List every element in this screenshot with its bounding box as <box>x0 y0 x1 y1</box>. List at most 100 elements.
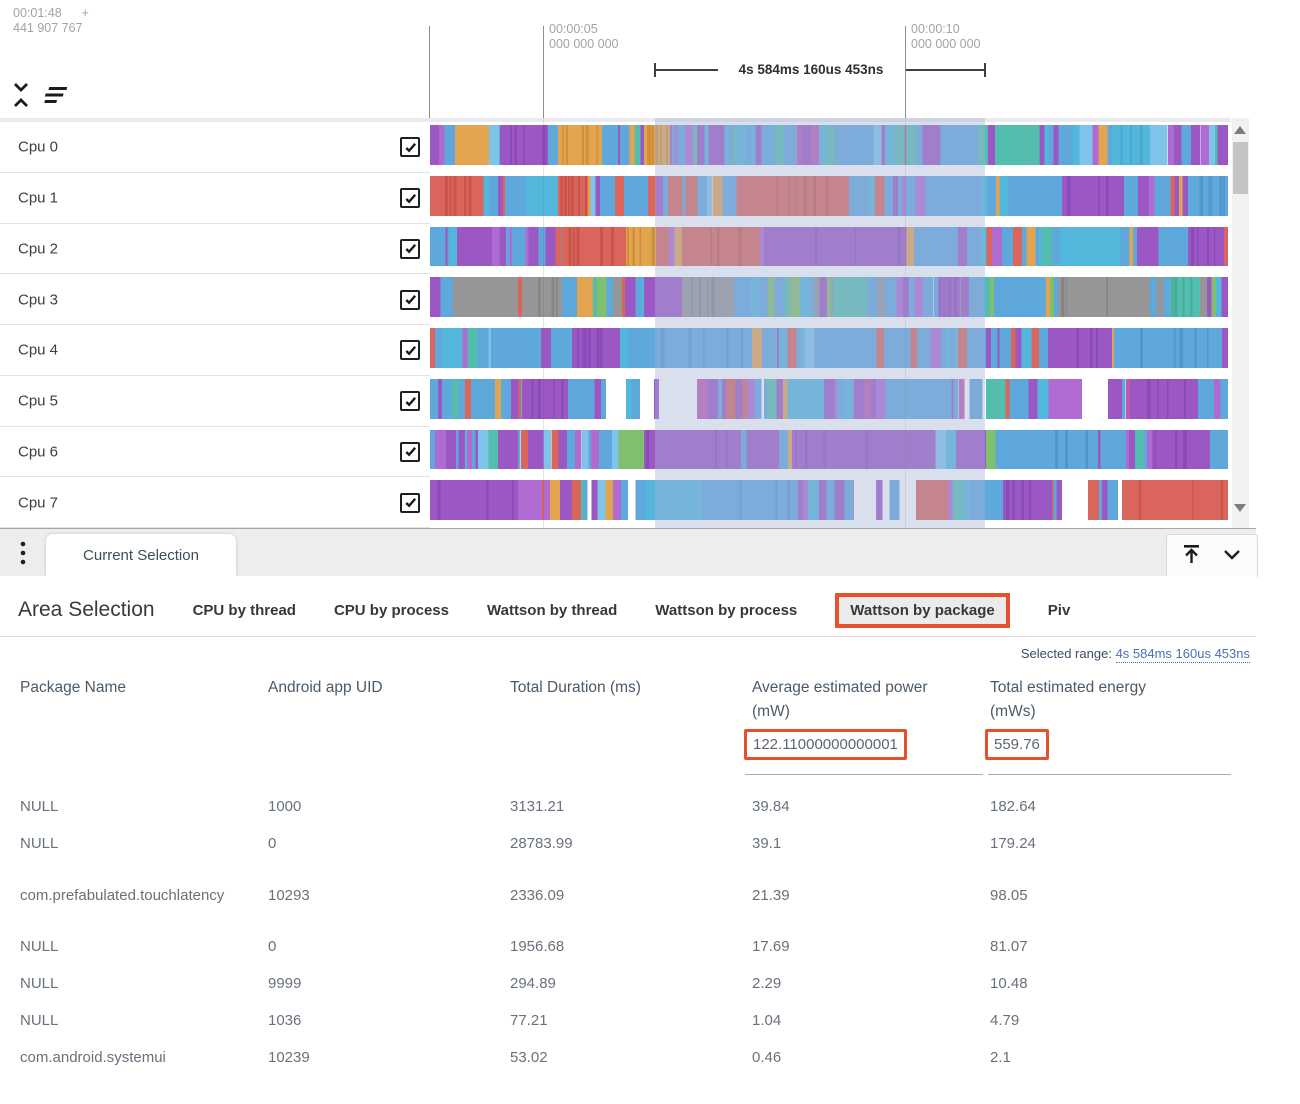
track-checkbox[interactable] <box>400 137 420 157</box>
track-checkbox[interactable] <box>400 391 420 411</box>
timeline-tick-label: 00:00:10 000 000 000 <box>911 22 981 52</box>
track-label: Cpu 6 <box>18 443 58 460</box>
chevron-down-icon[interactable] <box>1220 542 1244 571</box>
summary-value: 122.11000000000001 <box>753 736 898 753</box>
timeline-tick-label: 00:00:05 000 000 000 <box>549 22 619 52</box>
track-label: Cpu 2 <box>18 240 58 257</box>
table-cell: 9999 <box>268 973 510 994</box>
checkmark-icon <box>404 445 417 458</box>
table-cell: 2336.09 <box>510 885 752 906</box>
current-selection-panel: Area Selection CPU by threadCPU by proce… <box>0 576 1256 1104</box>
selected-range: Selected range: 4s 584ms 160us 453ns <box>1021 646 1250 661</box>
selected-range-link[interactable]: 4s 584ms 160us 453ns <box>1116 646 1250 663</box>
table-cell: 1000 <box>268 796 510 817</box>
timeline-gridline <box>543 118 544 528</box>
table-cell: 39.84 <box>752 796 990 817</box>
origin-time: 00:01:48 <box>13 6 62 20</box>
table-cell: 77.21 <box>510 1010 752 1031</box>
tab-cpu-by-process[interactable]: CPU by process <box>334 602 449 619</box>
track-checkbox[interactable] <box>400 239 420 259</box>
table-cell: 1956.68 <box>510 936 752 957</box>
tab-wattson-by-process[interactable]: Wattson by process <box>655 602 797 619</box>
selection-overlay[interactable] <box>655 118 985 528</box>
vertical-scrollbar[interactable] <box>1232 118 1249 528</box>
track-row-cpu-4[interactable]: Cpu 4 <box>0 325 1231 376</box>
scroll-down-icon[interactable] <box>1234 504 1246 512</box>
origin-nanoseconds: 441 907 767 <box>13 21 89 36</box>
checkmark-icon <box>404 192 417 205</box>
track-checkbox[interactable] <box>400 493 420 513</box>
timeline-gridline <box>543 26 544 118</box>
table-cell: 0 <box>268 936 510 957</box>
track-row-cpu-3[interactable]: Cpu 3 <box>0 274 1231 325</box>
tab-piv[interactable]: Piv <box>1048 602 1071 619</box>
origin-timestamp: 00:01:48+ 441 907 767 <box>13 6 89 36</box>
checkmark-icon <box>404 242 417 255</box>
timeline-header: 00:01:48+ 441 907 767 00:00:05 000 000 0… <box>0 0 1256 118</box>
track-label: Cpu 7 <box>18 494 58 511</box>
sort-icon[interactable] <box>42 84 68 111</box>
track-row-cpu-5[interactable]: Cpu 5 <box>0 376 1231 427</box>
tab-cpu-by-thread[interactable]: CPU by thread <box>193 602 296 619</box>
table-cell: 98.05 <box>990 885 1231 906</box>
table-cell: 179.24 <box>990 833 1231 854</box>
checkmark-icon <box>404 395 417 408</box>
table-cell: com.prefabulated.touchlatency <box>20 885 268 906</box>
track-checkbox[interactable] <box>400 340 420 360</box>
table-cell: 10239 <box>268 1047 510 1068</box>
table-cell: 2.29 <box>752 973 990 994</box>
column-header: Average estimated power (mW) <box>752 676 990 724</box>
panel-controls <box>1166 534 1258 577</box>
table-row: com.android.systemui1023953.020.462.1 <box>20 1039 1231 1076</box>
aggregation-tabs: CPU by thread CPU by process Wattson by th… <box>193 593 1071 628</box>
summary-avg-power: 122.11000000000001 <box>744 729 907 760</box>
column-header: Total estimated energy (mWs) <box>990 676 1231 724</box>
checkmark-icon <box>404 141 417 154</box>
track-checkbox[interactable] <box>400 442 420 462</box>
table-cell: 4.79 <box>990 1010 1231 1031</box>
track-label: Cpu 3 <box>18 291 58 308</box>
track-row-cpu-0[interactable]: Cpu 0 <box>0 122 1231 173</box>
checkmark-icon <box>404 496 417 509</box>
track-label: Cpu 5 <box>18 393 58 410</box>
track-label: Cpu 0 <box>18 139 58 156</box>
scroll-up-icon[interactable] <box>1234 126 1246 134</box>
track-checkbox[interactable] <box>400 290 420 310</box>
table-cell: 2.1 <box>990 1047 1231 1068</box>
checkmark-icon <box>404 293 417 306</box>
table-cell: NULL <box>20 973 268 994</box>
track-row-cpu-2[interactable]: Cpu 2 <box>0 224 1231 275</box>
table-cell: 17.69 <box>752 936 990 957</box>
track-checkbox[interactable] <box>400 188 420 208</box>
table-row: NULL028783.9939.1179.24 <box>20 825 1231 862</box>
range-duration-label: 4s 584ms 160us 453ns <box>716 62 906 77</box>
divider <box>0 636 1256 637</box>
perfetto-trace-viewer: 00:01:48+ 441 907 767 00:00:05 000 000 0… <box>0 0 1300 1104</box>
table-row: com.prefabulated.touchlatency102932336.0… <box>20 862 1231 928</box>
track-row-cpu-1[interactable]: Cpu 1 <box>0 173 1231 224</box>
table-row: NULL9999294.892.2910.48 <box>20 965 1231 1002</box>
table-header: Package NameAndroid app UIDTotal Duratio… <box>20 676 1231 724</box>
table-cell: 53.02 <box>510 1047 752 1068</box>
track-label: Cpu 1 <box>18 190 58 207</box>
checkmark-icon <box>404 344 417 357</box>
timeline-gridline <box>429 26 430 118</box>
unfold-less-icon[interactable] <box>11 80 31 115</box>
bottom-panel-tab-bar: Current Selection <box>0 528 1256 576</box>
track-area: Cpu 0 Cpu 1 Cpu 2 Cpu 3 Cpu 4 Cpu 5 Cpu 6 Cpu 7 <box>0 118 1256 528</box>
table-cell: NULL <box>20 936 268 957</box>
tab-wattson-by-package[interactable]: Wattson by package <box>835 593 1009 628</box>
table-cell: 3131.21 <box>510 796 752 817</box>
tab-wattson-by-thread[interactable]: Wattson by thread <box>487 602 617 619</box>
track-row-cpu-6[interactable]: Cpu 6 <box>0 427 1231 478</box>
track-row-cpu-7[interactable]: Cpu 7 <box>0 477 1231 528</box>
table-cell: 182.64 <box>990 796 1231 817</box>
tick-time: 00:00:05 <box>549 22 619 37</box>
tab-current-selection[interactable]: Current Selection <box>46 534 236 576</box>
table-body: NULL 10003131.2139.84182.64 NULL028783.993… <box>20 788 1231 1076</box>
kebab-menu-icon[interactable] <box>20 540 26 571</box>
scrollbar-thumb[interactable] <box>1233 142 1248 194</box>
expand-panel-up-icon[interactable] <box>1180 542 1204 571</box>
column-header: Package Name <box>20 676 268 724</box>
summary-value: 559.76 <box>994 736 1040 753</box>
